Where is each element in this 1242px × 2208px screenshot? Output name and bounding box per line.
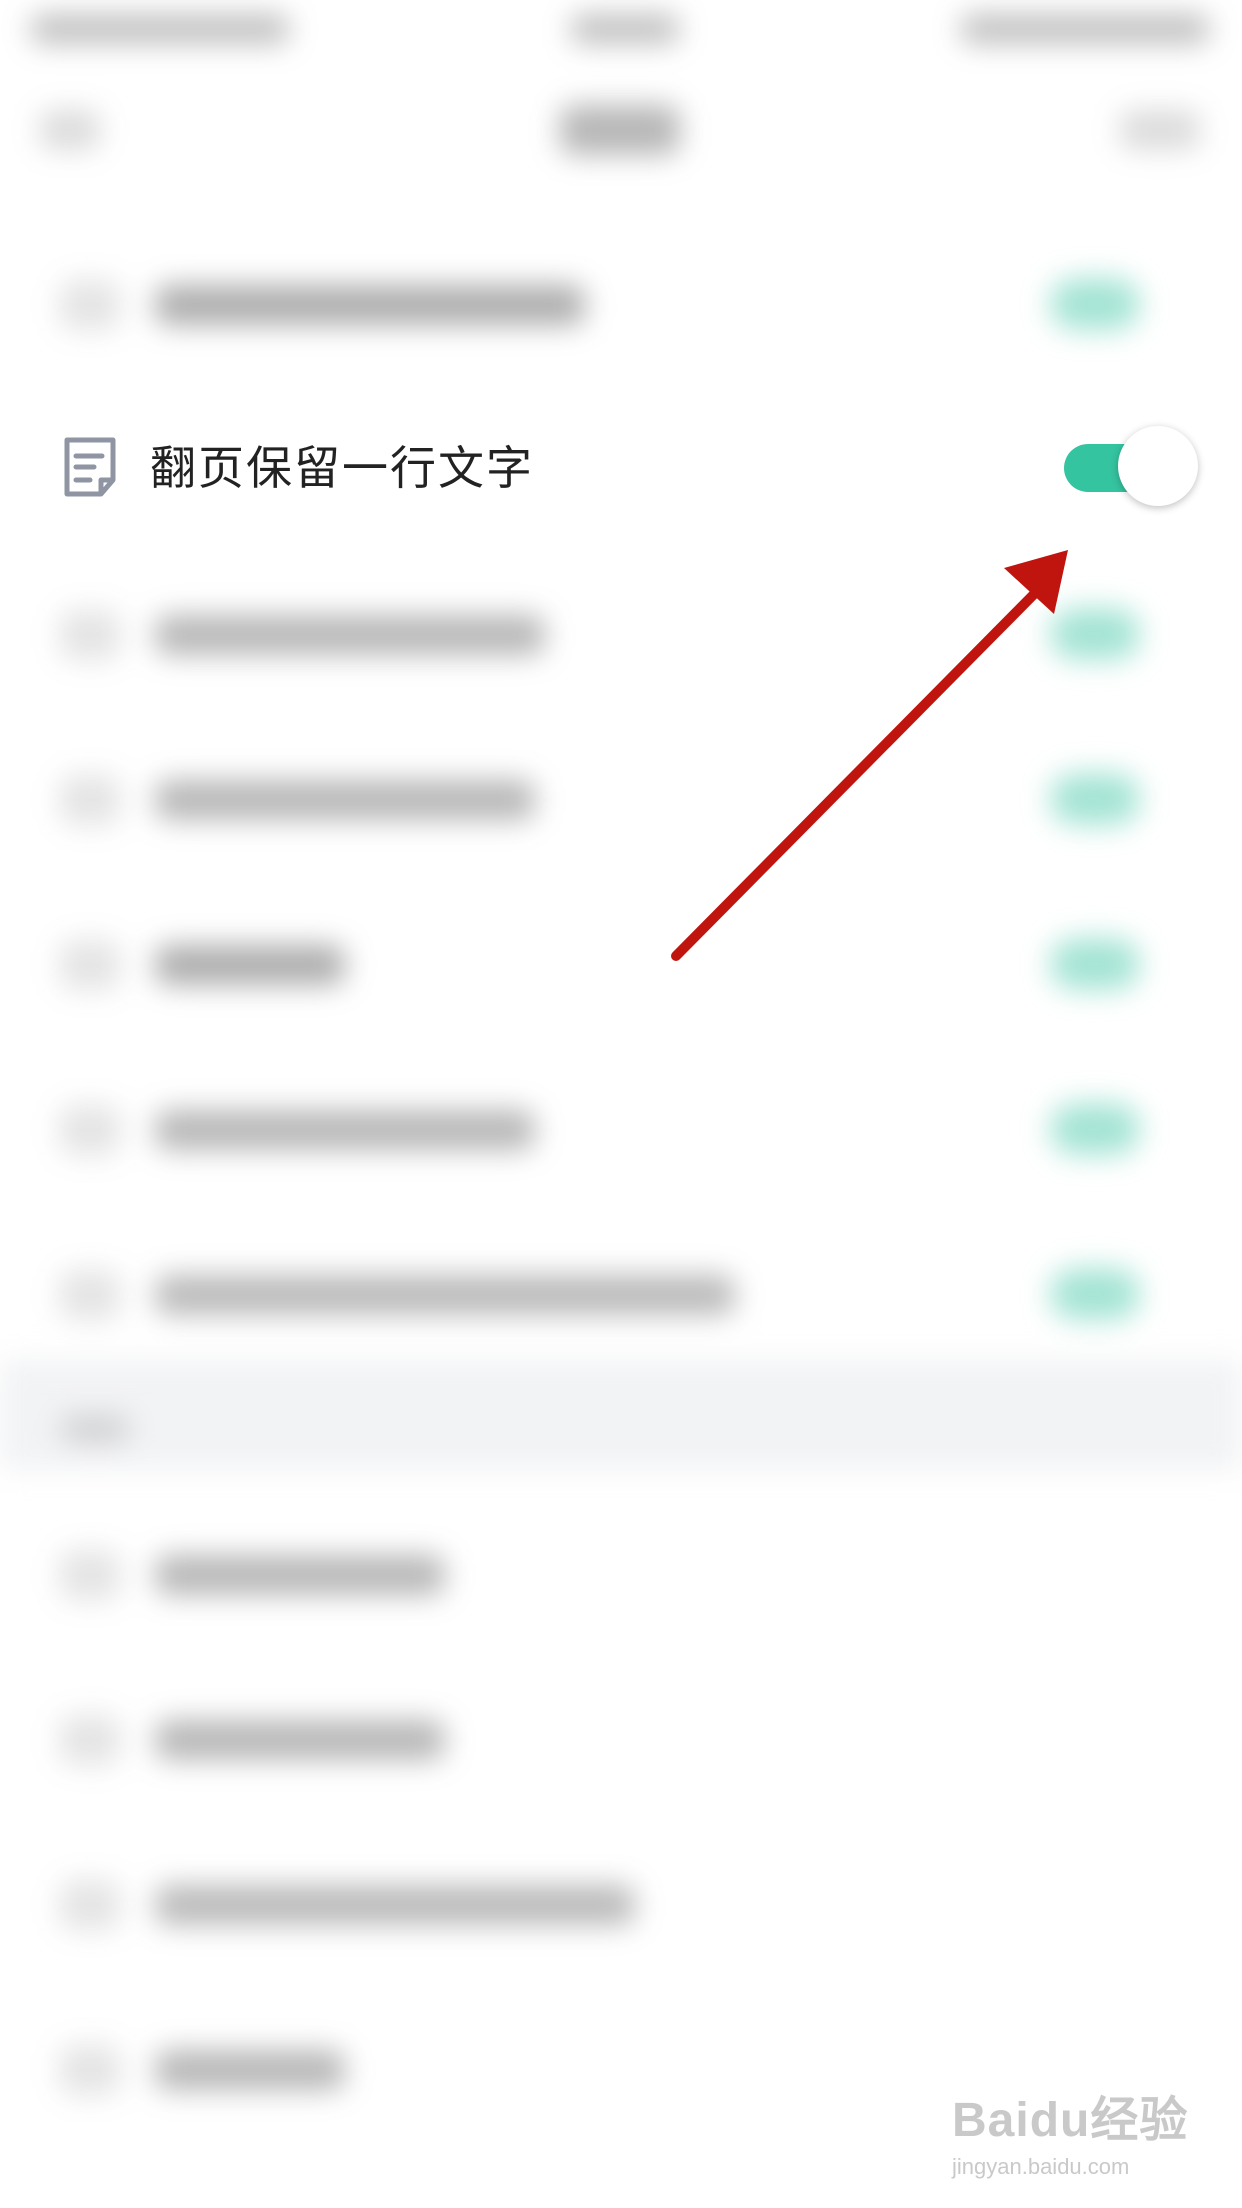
annotation-arrow [671,550,1068,961]
watermark-url: jingyan.baidu.com [952,2154,1130,2179]
baidu-watermark: Baidu经验 jingyan.baidu.com [952,2080,1188,2180]
watermark-logo: Baidu经验 [952,2094,1189,2147]
